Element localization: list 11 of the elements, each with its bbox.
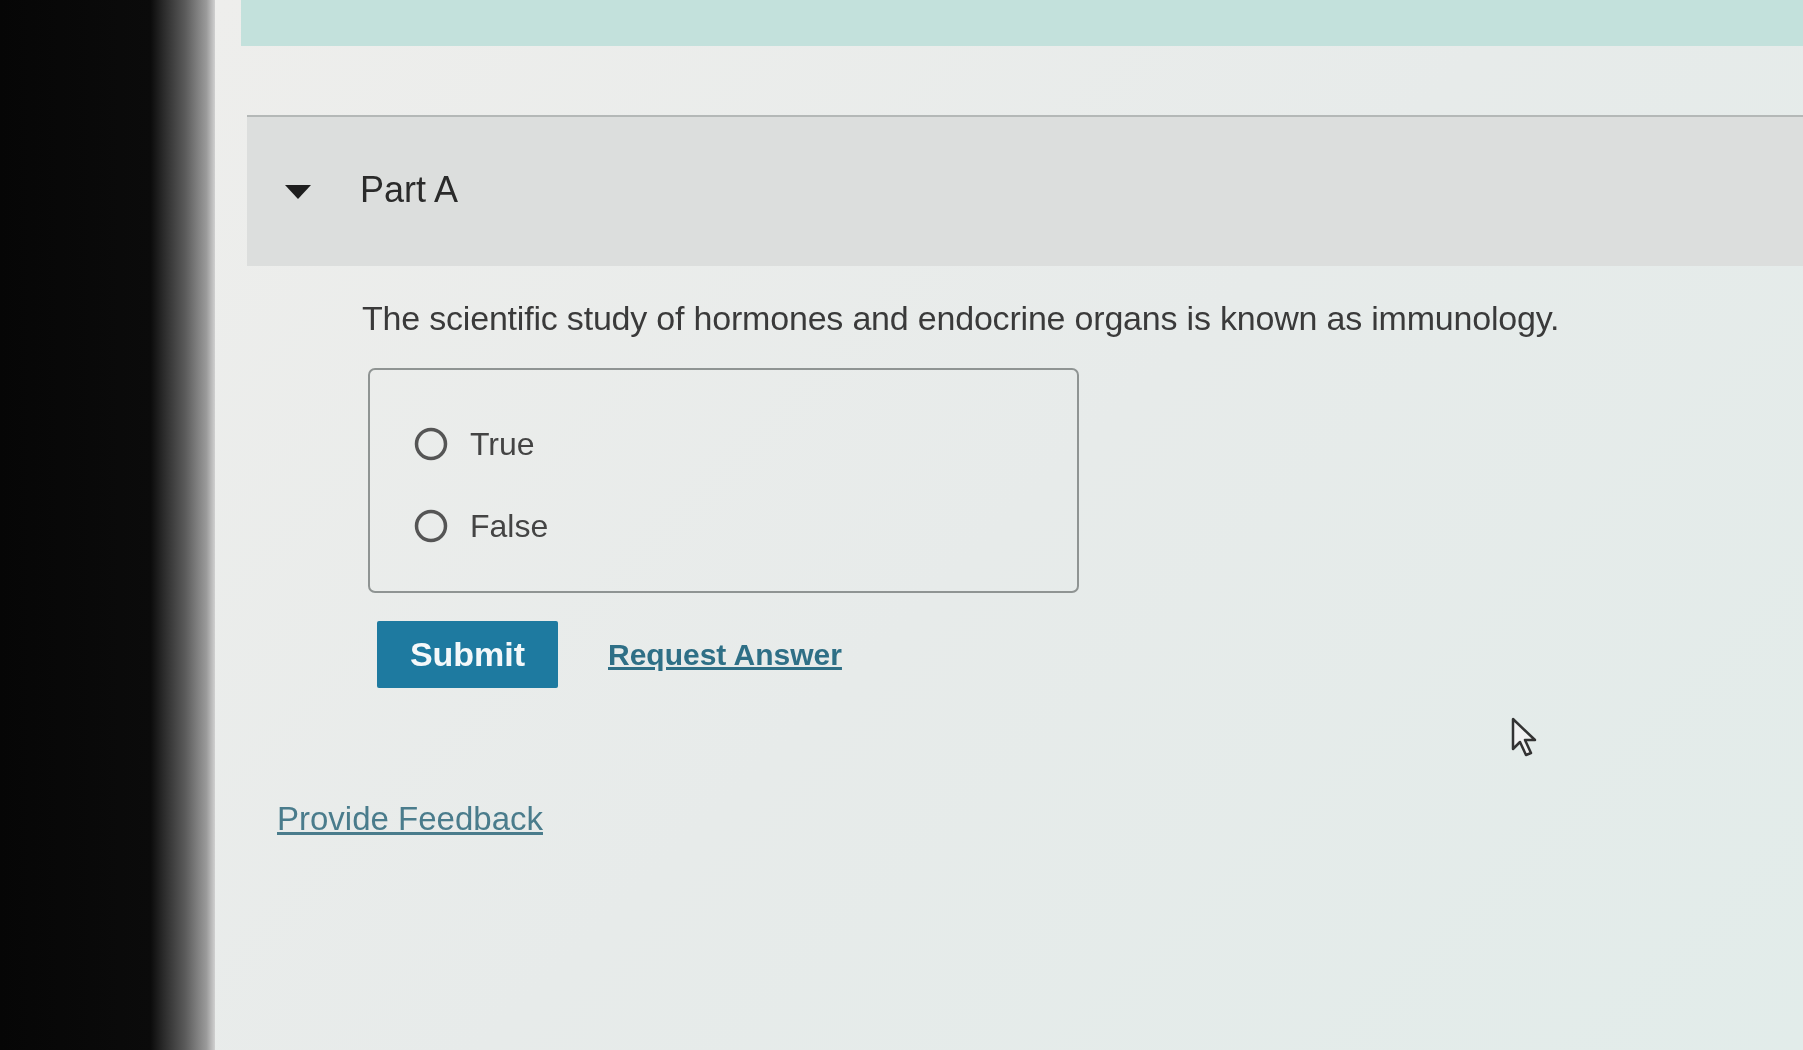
mouse-pointer-icon bbox=[1511, 717, 1539, 758]
option-label[interactable]: True bbox=[470, 425, 535, 463]
caret-icon[interactable] bbox=[285, 184, 311, 199]
option-label[interactable]: False bbox=[470, 507, 549, 545]
radio-button[interactable] bbox=[414, 427, 448, 461]
radio-button[interactable] bbox=[414, 509, 448, 543]
provide-feedback-link[interactable]: Provide Feedback bbox=[277, 800, 543, 838]
request-answer-link[interactable]: Request Answer bbox=[608, 637, 842, 672]
submit-button[interactable]: Submit bbox=[377, 621, 558, 688]
question-text: The scientific study of hormones and endocrine organs is known as immunology. bbox=[362, 298, 1561, 338]
part-title: Part A bbox=[360, 168, 459, 211]
